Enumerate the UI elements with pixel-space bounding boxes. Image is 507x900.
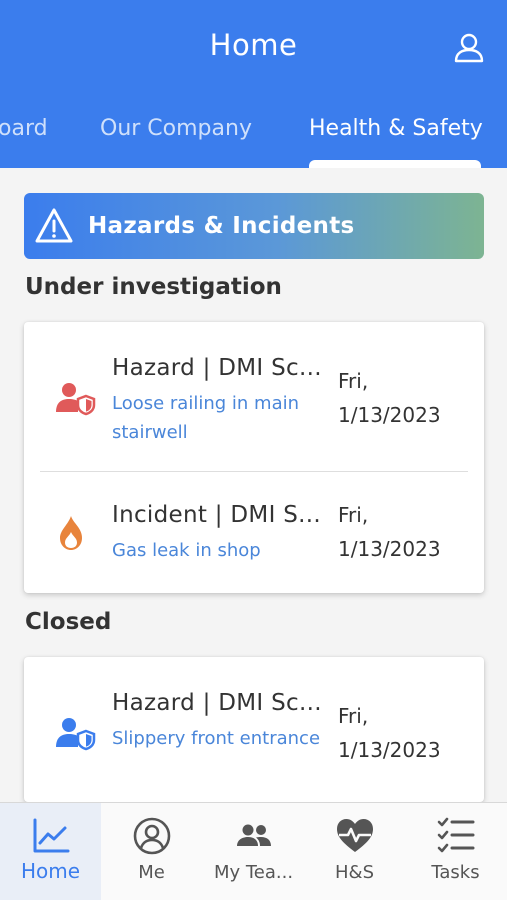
bottom-nav: Home Me My Tea... H&S Tasks [0,802,507,900]
item-date-value: 1/13/2023 [338,537,441,561]
app-header: Home oard Our Company Health & Safety [0,0,507,168]
heart-pulse-icon [337,819,373,852]
tab-our-company[interactable]: Our Company [100,116,252,141]
item-date-day: Fri, [338,503,369,527]
banner-label: Hazards & Incidents [88,213,355,239]
item-date: Fri, 1/13/2023 [338,498,478,566]
section-title-closed: Closed [25,609,112,635]
hazard-user-shield-icon [56,383,96,416]
warning-icon [35,208,73,243]
item-date: Fri, 1/13/2023 [338,699,478,767]
nav-me[interactable]: Me [101,803,202,900]
tasks-list-icon [437,817,475,853]
page-title: Home [209,28,298,62]
nav-label: H&S [335,862,374,883]
nav-label: My Tea... [213,862,294,883]
nav-tasks[interactable]: Tasks [405,803,506,900]
chart-line-icon [33,818,70,853]
item-title: Hazard | DMI Sc... [112,355,322,381]
item-title: Incident | DMI S... [112,502,321,528]
flame-icon [60,516,82,550]
tab-health-safety[interactable]: Health & Safety [309,116,483,141]
nav-label: Me [138,862,165,883]
closed-card: Hazard | DMI Sc... Slippery front entran… [24,657,484,802]
nav-label: Tasks [431,862,480,883]
item-date-value: 1/13/2023 [338,403,441,427]
user-circle-icon [133,817,171,855]
nav-my-team[interactable]: My Tea... [203,803,304,900]
nav-home[interactable]: Home [0,803,101,900]
item-title: Hazard | DMI Sc... [112,690,322,716]
item-date-value: 1/13/2023 [338,738,441,762]
hazard-user-shield-icon [56,718,96,751]
user-icon[interactable] [451,30,487,66]
item-description: Gas leak in shop [112,540,261,561]
section-title-under-investigation: Under investigation [25,274,282,300]
item-date-day: Fri, [338,704,369,728]
nav-label: Home [20,859,81,883]
active-tab-indicator [309,160,481,168]
nav-hs[interactable]: H&S [304,803,405,900]
item-description: Slippery front entrance [112,728,321,749]
item-date: Fri, 1/13/2023 [338,364,478,432]
list-item[interactable]: Hazard | DMI Sc... Slippery front entran… [24,657,484,802]
item-description: Loose railing in main stairwell [112,393,300,443]
list-item[interactable]: Hazard | DMI Sc... Loose railing in main… [24,322,484,471]
list-item[interactable]: Incident | DMI S... Gas leak in shop Fri… [24,472,484,593]
hazards-incidents-banner[interactable]: Hazards & Incidents [24,193,484,259]
under-investigation-card: Hazard | DMI Sc... Loose railing in main… [24,322,484,593]
team-icon [237,824,271,846]
tab-dashboard[interactable]: oard [0,116,48,141]
item-date-day: Fri, [338,369,369,393]
